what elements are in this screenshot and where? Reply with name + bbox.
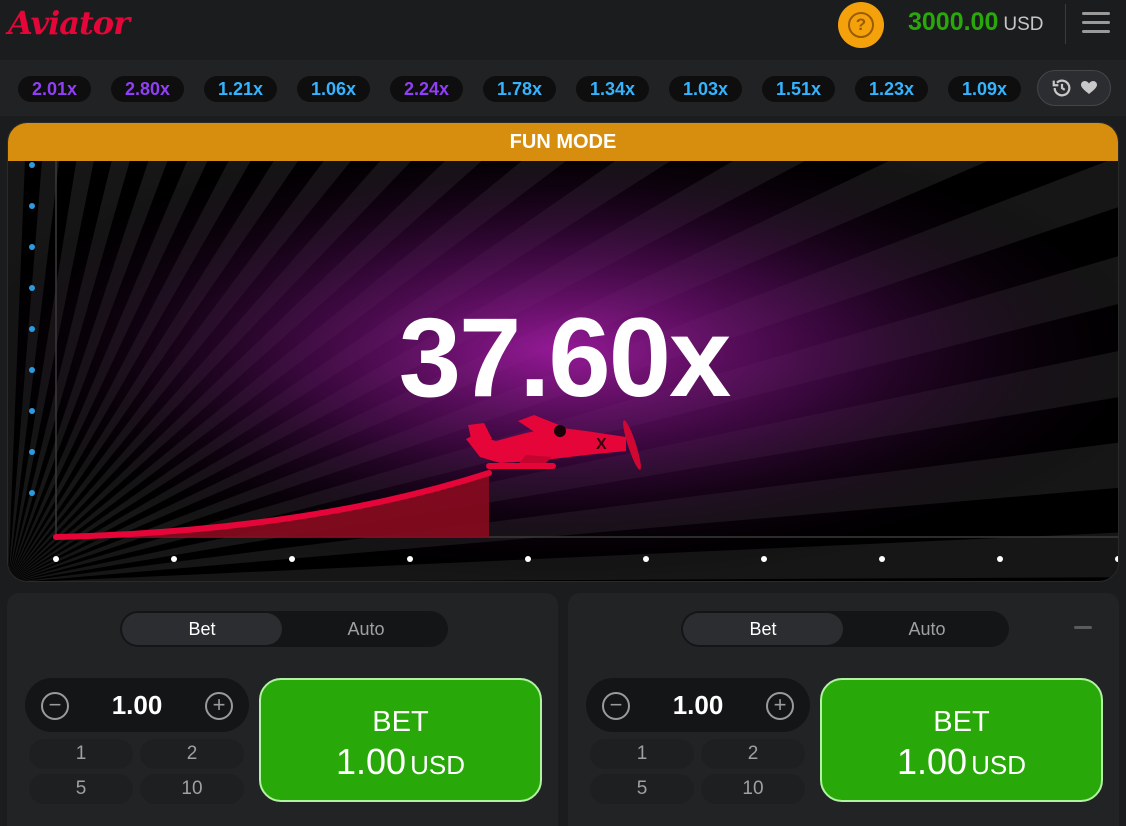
svg-text:X: X bbox=[596, 436, 607, 453]
tab-bet[interactable]: Bet bbox=[122, 613, 282, 645]
quick-amount-2[interactable]: 2 bbox=[701, 739, 805, 769]
balance-currency: USD bbox=[1003, 14, 1044, 35]
bet-button-label: BET bbox=[933, 706, 990, 738]
decrease-amount-button[interactable]: − bbox=[41, 692, 69, 720]
history-multiplier[interactable]: 1.51x bbox=[762, 76, 836, 102]
help-button[interactable]: ? bbox=[838, 2, 884, 48]
dropdown-icon bbox=[1081, 81, 1097, 94]
quick-amount-1[interactable]: 1 bbox=[590, 739, 694, 769]
bet-mode-tabs: Bet Auto bbox=[120, 611, 448, 647]
history-multiplier[interactable]: 1.34x bbox=[576, 76, 650, 102]
bet-button-amount: 1.00 bbox=[336, 741, 407, 782]
fun-mode-banner: FUN MODE bbox=[8, 123, 1118, 161]
tab-bet[interactable]: Bet bbox=[683, 613, 843, 645]
aviator-logo: Aviator bbox=[8, 4, 130, 42]
quick-amount-10[interactable]: 10 bbox=[701, 774, 805, 804]
bet-button-amount: 1.00 bbox=[897, 741, 968, 782]
history-multiplier[interactable]: 1.21x bbox=[204, 76, 278, 102]
decrease-amount-button[interactable]: − bbox=[602, 692, 630, 720]
history-multiplier[interactable]: 1.09x bbox=[948, 76, 1022, 102]
top-bar: Aviator ? 3000.00 USD bbox=[0, 0, 1126, 52]
header-divider bbox=[1065, 4, 1066, 44]
bet-button-currency: USD bbox=[410, 750, 465, 780]
quick-amount-5[interactable]: 5 bbox=[590, 774, 694, 804]
bet-amount-input[interactable]: 1.00 bbox=[81, 678, 193, 732]
bet-button-label: BET bbox=[372, 706, 429, 738]
bet-amount-input[interactable]: 1.00 bbox=[642, 678, 754, 732]
quick-amount-10[interactable]: 10 bbox=[140, 774, 244, 804]
bet-amount-stepper: − 1.00 + bbox=[586, 678, 810, 732]
quick-amount-2[interactable]: 2 bbox=[140, 739, 244, 769]
history-multiplier[interactable]: 2.24x bbox=[390, 76, 464, 102]
help-coin-icon: ? bbox=[848, 12, 874, 38]
history-multiplier[interactable]: 1.78x bbox=[483, 76, 557, 102]
tab-auto[interactable]: Auto bbox=[847, 613, 1007, 645]
increase-amount-button[interactable]: + bbox=[766, 692, 794, 720]
balance: 3000.00 USD bbox=[908, 8, 1044, 40]
round-history-bar: 2.01x 2.80x 1.21x 1.06x 2.24x 1.78x 1.34x 1.03x… bbox=[0, 60, 1126, 116]
history-toggle-button[interactable] bbox=[1037, 70, 1111, 106]
history-clock-icon bbox=[1052, 79, 1071, 97]
history-multiplier[interactable]: 1.23x bbox=[855, 76, 929, 102]
flight-stage: X 37.60x bbox=[8, 123, 1118, 581]
remove-panel-button[interactable] bbox=[1074, 626, 1092, 629]
current-multiplier: 37.60x bbox=[398, 295, 732, 420]
hamburger-menu-icon[interactable] bbox=[1082, 12, 1112, 36]
game-canvas: FUN MODE X 37.60x bbox=[7, 122, 1119, 582]
bet-button[interactable]: BET 1.00 USD bbox=[820, 678, 1103, 802]
history-multiplier[interactable]: 1.03x bbox=[669, 76, 743, 102]
increase-amount-button[interactable]: + bbox=[205, 692, 233, 720]
quick-amount-1[interactable]: 1 bbox=[29, 739, 133, 769]
history-multiplier[interactable]: 2.01x bbox=[18, 76, 92, 102]
bet-mode-tabs: Bet Auto bbox=[681, 611, 1009, 647]
history-multiplier[interactable]: 1.06x bbox=[297, 76, 371, 102]
bet-panel-2: Bet Auto − 1.00 + 1 2 5 10 BET 1.00 USD bbox=[568, 593, 1119, 826]
balance-amount: 3000.00 bbox=[908, 8, 999, 36]
quick-amount-5[interactable]: 5 bbox=[29, 774, 133, 804]
bet-button-currency: USD bbox=[971, 750, 1026, 780]
tab-auto[interactable]: Auto bbox=[286, 613, 446, 645]
bet-amount-stepper: − 1.00 + bbox=[25, 678, 249, 732]
history-multiplier[interactable]: 2.80x bbox=[111, 76, 185, 102]
bet-panel-1: Bet Auto − 1.00 + 1 2 5 10 BET 1.00 USD bbox=[7, 593, 558, 826]
bet-button[interactable]: BET 1.00 USD bbox=[259, 678, 542, 802]
